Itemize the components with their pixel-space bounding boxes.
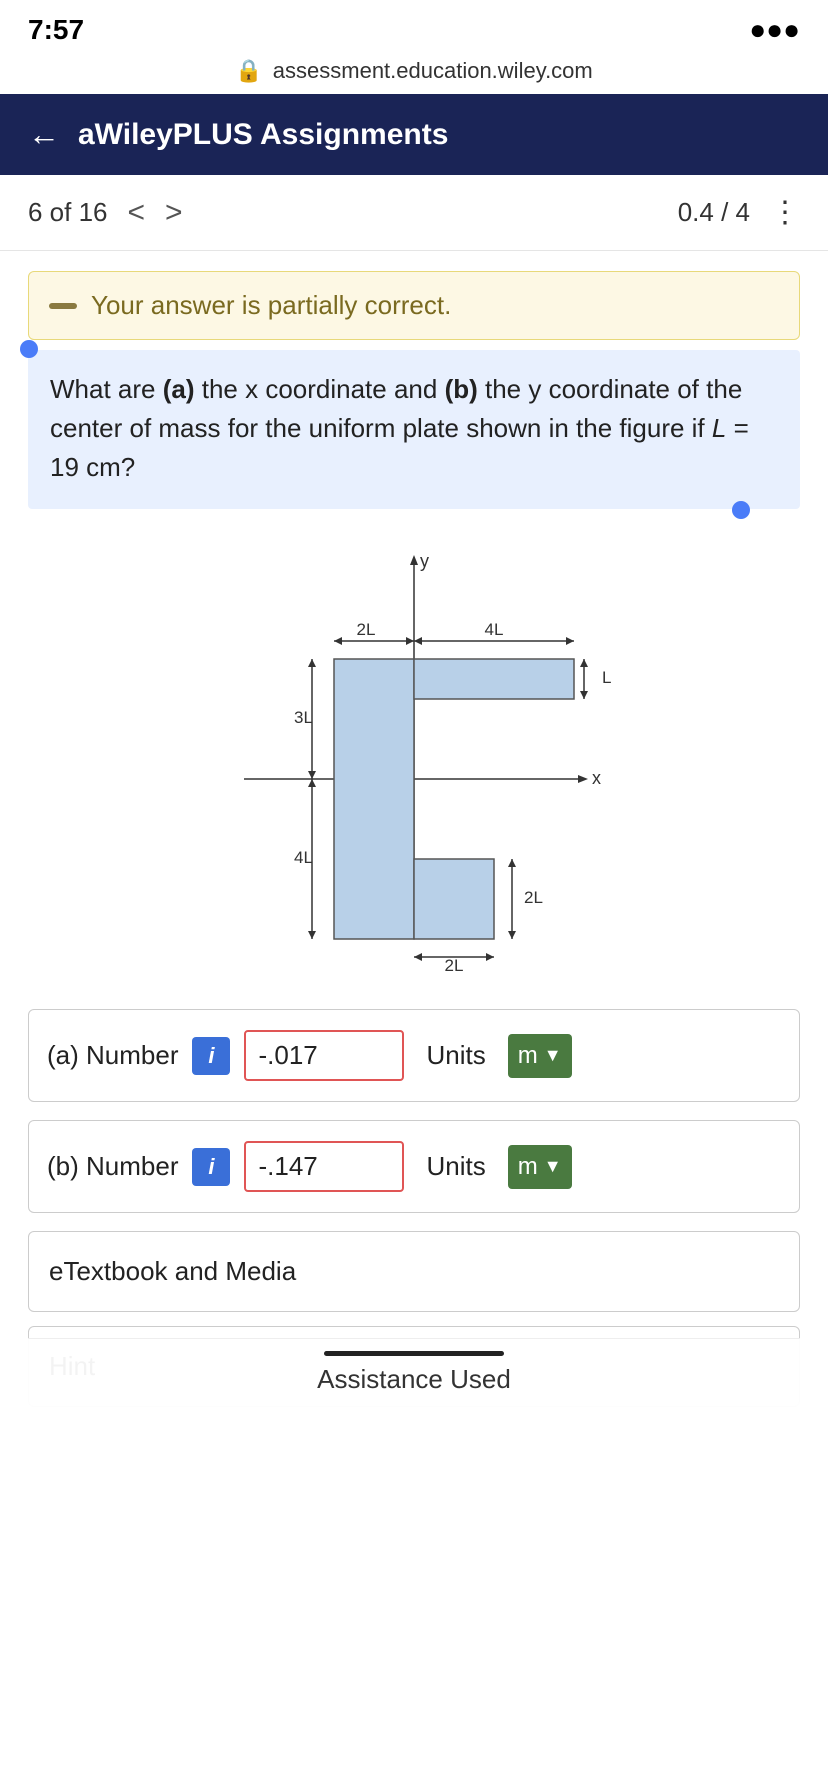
input-label-b: (b) Number [47,1151,178,1182]
status-bar: 7:57 ●●● [0,0,828,54]
progress-right: 0.4 / 4 ⋮ [678,195,800,230]
units-arrow-a: ▼ [544,1045,562,1066]
nav-title: aWileyPLUS Assignments [78,118,448,152]
etextbook-button[interactable]: eTextbook and Media [28,1231,800,1312]
url-bar: 🔒 assessment.education.wiley.com [0,54,828,94]
lock-icon: 🔒 [235,58,262,84]
status-signal: ●●● [749,14,800,46]
svg-text:y: y [420,551,429,571]
progress-bar: 6 of 16 < > 0.4 / 4 ⋮ [0,175,828,251]
number-input-b[interactable] [244,1141,404,1192]
score-display: 0.4 / 4 [678,197,750,228]
dash-icon [49,303,77,309]
svg-text:L: L [602,668,611,687]
units-select-b[interactable]: m ▼ [508,1145,572,1189]
units-label-b: Units [426,1151,485,1182]
dot-bottom [732,501,750,519]
units-value-a: m [518,1042,538,1070]
svg-text:2L: 2L [524,888,543,907]
url-text: assessment.education.wiley.com [273,58,593,83]
progress-left: 6 of 16 < > [28,196,183,230]
svg-text:4L: 4L [294,848,313,867]
units-arrow-b: ▼ [544,1156,562,1177]
svg-text:x: x [592,768,601,788]
info-icon-a: i [208,1043,214,1069]
svg-text:2L: 2L [357,620,376,639]
question-area: What are (a) the x coordinate and (b) th… [28,350,800,509]
input-row-b: (b) Number i Units m ▼ [28,1120,800,1213]
bottom-section: eTextbook and Media Hint Assistance Used [28,1231,800,1407]
info-button-a[interactable]: i [192,1037,230,1075]
dot-top [20,340,38,358]
input-section: (a) Number i Units m ▼ (b) Number i Unit… [28,1009,800,1213]
back-arrow[interactable]: ← [28,116,60,153]
units-select-a[interactable]: m ▼ [508,1034,572,1078]
assistance-text: Assistance Used [317,1364,511,1394]
assistance-overlay: Assistance Used [28,1338,800,1407]
units-label-a: Units [426,1040,485,1071]
figure-area: y x 2L 4L L [0,529,828,1009]
units-value-b: m [518,1153,538,1181]
info-button-b[interactable]: i [192,1148,230,1186]
prev-button[interactable]: < [128,196,146,230]
next-button[interactable]: > [165,196,183,230]
svg-text:4L: 4L [485,620,504,639]
input-row-a: (a) Number i Units m ▼ [28,1009,800,1102]
status-time: 7:57 [28,14,84,46]
figure-svg: y x 2L 4L L [184,549,644,979]
partial-banner-text: Your answer is partially correct. [91,290,451,321]
partial-banner: Your answer is partially correct. [28,271,800,340]
input-label-a: (a) Number [47,1040,178,1071]
progress-count: 6 of 16 [28,197,108,228]
nav-header: ← aWileyPLUS Assignments [0,94,828,175]
svg-text:2L: 2L [445,956,464,975]
menu-icon[interactable]: ⋮ [770,195,800,230]
question-text: What are (a) the x coordinate and (b) th… [50,374,749,482]
number-input-a[interactable] [244,1030,404,1081]
info-icon-b: i [208,1154,214,1180]
svg-text:3L: 3L [294,708,313,727]
